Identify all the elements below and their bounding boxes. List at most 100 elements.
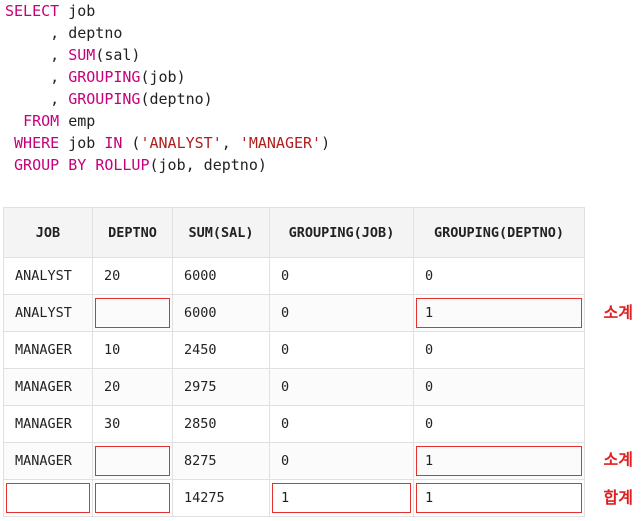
cell-job: ANALYST [3, 294, 93, 332]
cell-value: 0 [425, 342, 434, 358]
cell-sum-sal: 8275 [172, 442, 270, 480]
subtotal-annotation: 소계 [603, 303, 633, 322]
cell-grouping-deptno: 0 [413, 368, 585, 406]
cell-deptno: 20 [92, 257, 173, 295]
highlight-box [272, 483, 411, 513]
keyword-select: SELECT [5, 2, 60, 20]
cell-deptno: 30 [92, 405, 173, 443]
header-grouping-job: GROUPING(JOB) [269, 207, 414, 258]
cell-grouping-job: 0 [269, 368, 414, 406]
cell-value: MANAGER [15, 379, 72, 395]
code-text: job [59, 134, 105, 152]
cell-deptno [92, 294, 173, 332]
cell-value: 0 [281, 416, 290, 432]
cell-grouping-job: 0 [269, 294, 414, 332]
cell-value: 20 [104, 268, 121, 284]
string-literal: 'MANAGER' [239, 134, 322, 152]
cell-value: 2975 [184, 379, 217, 395]
cell-sum-sal: 2975 [172, 368, 270, 406]
function-grouping: GROUPING [68, 68, 141, 86]
keyword-by: BY [68, 156, 87, 174]
cell-value: 1 [281, 490, 290, 506]
cell-job [3, 479, 93, 517]
keyword-in: IN [104, 134, 123, 152]
cell-value: MANAGER [15, 416, 72, 432]
table-header-row: JOB DEPTNO SUM(SAL) GROUPING(JOB) GROUPI… [3, 207, 585, 258]
cell-deptno: 20 [92, 368, 173, 406]
function-sum: SUM [68, 46, 96, 64]
code-line-sum: , SUM(sal) [5, 44, 330, 66]
code-line-select: SELECT job [5, 0, 330, 22]
cell-value: 20 [104, 379, 121, 395]
cell-sum-sal: 6000 [172, 294, 270, 332]
cell-job: MANAGER [3, 368, 93, 406]
table-row: 14275 1 1 [3, 479, 585, 517]
cell-value: 0 [281, 305, 290, 321]
cell-grouping-deptno: 1 [413, 479, 585, 517]
code-line-from: FROM emp [5, 110, 330, 132]
cell-value: 8275 [184, 453, 217, 469]
table-row: MANAGER 8275 0 1 [3, 442, 585, 480]
subtotal-annotation: 소계 [603, 450, 633, 469]
code-indent: , [5, 68, 69, 86]
cell-job: ANALYST [3, 257, 93, 295]
highlight-box [416, 483, 582, 513]
cell-grouping-deptno: 1 [413, 442, 585, 480]
highlight-box [95, 298, 170, 328]
cell-grouping-job: 0 [269, 405, 414, 443]
cell-value: MANAGER [15, 342, 72, 358]
code-text: (sal) [95, 46, 141, 64]
cell-grouping-job: 0 [269, 257, 414, 295]
highlight-box [6, 483, 90, 513]
cell-grouping-deptno: 0 [413, 405, 585, 443]
cell-value: 1 [425, 305, 434, 321]
cell-value: 0 [425, 379, 434, 395]
code-line-group-by: GROUP BY ROLLUP(job, deptno) [5, 154, 330, 176]
code-text: emp [59, 112, 96, 130]
cell-deptno [92, 442, 173, 480]
code-indent: , [5, 24, 69, 42]
cell-grouping-job: 0 [269, 331, 414, 369]
cell-sum-sal: 2450 [172, 331, 270, 369]
code-line-grouping-job: , GROUPING(job) [5, 66, 330, 88]
code-line-deptno: , deptno [5, 22, 330, 44]
cell-grouping-deptno: 1 [413, 294, 585, 332]
code-text: job [59, 2, 96, 20]
cell-sum-sal: 6000 [172, 257, 270, 295]
code-text: , [221, 134, 240, 152]
result-table: JOB DEPTNO SUM(SAL) GROUPING(JOB) GROUPI… [3, 207, 585, 517]
code-text: (job, deptno) [149, 156, 267, 174]
cell-grouping-job: 0 [269, 442, 414, 480]
cell-grouping-job: 1 [269, 479, 414, 517]
code-text: deptno [68, 24, 123, 42]
header-sum-sal: SUM(SAL) [172, 207, 270, 258]
table-row: MANAGER 30 2850 0 0 [3, 405, 585, 443]
cell-value: 0 [281, 379, 290, 395]
cell-grouping-deptno: 0 [413, 257, 585, 295]
cell-value: 0 [281, 268, 290, 284]
function-grouping: GROUPING [68, 90, 141, 108]
cell-value: 6000 [184, 268, 217, 284]
code-text: (deptno) [140, 90, 213, 108]
cell-value: 2450 [184, 342, 217, 358]
cell-sum-sal: 2850 [172, 405, 270, 443]
string-literal: 'ANALYST' [140, 134, 222, 152]
cell-grouping-deptno: 0 [413, 331, 585, 369]
total-annotation: 합계 [603, 488, 633, 507]
table-row: MANAGER 10 2450 0 0 [3, 331, 585, 369]
function-rollup: ROLLUP [95, 156, 150, 174]
header-grouping-deptno: GROUPING(DEPTNO) [413, 207, 585, 258]
sql-code-block: SELECT job , deptno , SUM(sal) , GROUPIN… [5, 0, 330, 176]
cell-job: MANAGER [3, 442, 93, 480]
cell-value: 10 [104, 342, 121, 358]
cell-value: 1 [425, 490, 434, 506]
header-job: JOB [3, 207, 93, 258]
cell-value: ANALYST [15, 305, 72, 321]
cell-job: MANAGER [3, 405, 93, 443]
highlight-box [416, 298, 582, 328]
cell-value: 14275 [184, 490, 225, 506]
code-text: (job) [140, 68, 186, 86]
